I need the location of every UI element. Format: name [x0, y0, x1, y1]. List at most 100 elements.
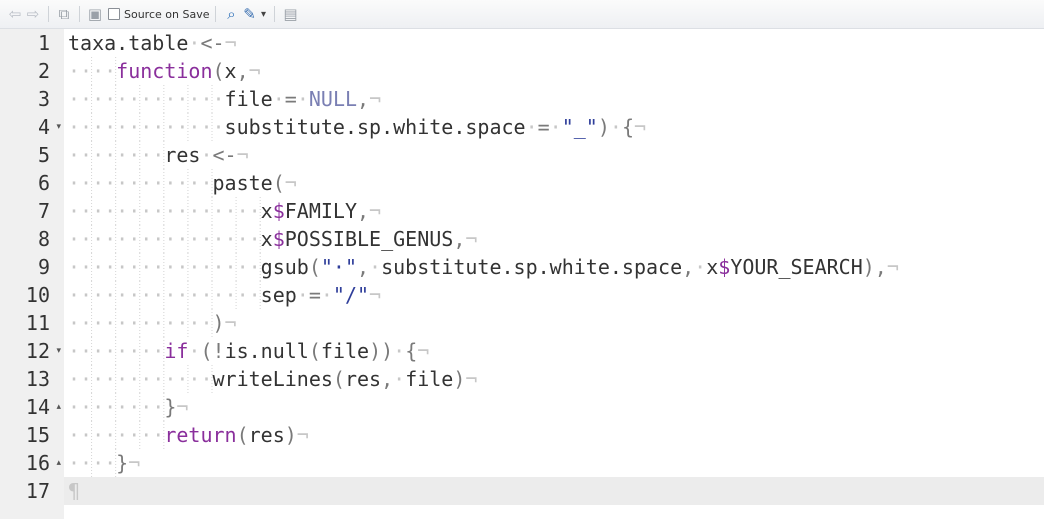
code-token: ·	[296, 283, 309, 307]
document-outline-icon[interactable]: ▤	[281, 3, 299, 25]
code-area[interactable]: taxa.table·<-¬ ····function(x,¬ ··········…	[64, 29, 1044, 519]
line-number: 10	[0, 281, 64, 309]
dropdown-caret-icon[interactable]: ▾	[258, 3, 268, 25]
code-line[interactable]: ········if·(!is.null(file))·{¬	[64, 337, 1044, 365]
code-token: $	[272, 227, 285, 251]
code-token: ,	[381, 367, 394, 391]
line-number-text: 5	[37, 143, 50, 167]
code-token: ¬	[369, 87, 382, 111]
code-token: ¬	[886, 255, 899, 279]
code-line[interactable]: ········}¬	[64, 393, 1044, 421]
code-token: "/"	[332, 283, 370, 307]
indent-whitespace: ················	[68, 255, 261, 279]
save-icon[interactable]: ▣	[86, 3, 104, 25]
code-token: ·	[369, 255, 382, 279]
line-number-text: 7	[37, 199, 50, 223]
code-token: x	[260, 199, 273, 223]
indent-whitespace: ················	[68, 199, 261, 223]
code-line[interactable]: ¶	[64, 477, 1044, 505]
forward-icon[interactable]: ⇨	[24, 3, 42, 25]
code-line[interactable]: taxa.table·<-¬	[64, 29, 1044, 57]
indent-whitespace: ········	[68, 395, 165, 419]
checkbox-box[interactable]	[108, 8, 120, 20]
code-token: )	[597, 115, 610, 139]
code-token: is.null	[224, 339, 309, 363]
code-line[interactable]: ············)¬	[64, 309, 1044, 337]
line-number: 11	[0, 309, 64, 337]
code-line[interactable]: ················sep·=·"/"¬	[64, 281, 1044, 309]
code-line[interactable]: ········return(res)¬	[64, 421, 1044, 449]
code-token: {	[405, 339, 418, 363]
code-token: ¶	[68, 479, 81, 503]
code-token: substitute.sp.white.space	[224, 115, 526, 139]
code-token: x	[224, 59, 237, 83]
code-token: ·	[200, 143, 213, 167]
line-number: 6	[0, 169, 64, 197]
back-icon[interactable]: ⇦	[6, 3, 24, 25]
code-token: (	[308, 339, 321, 363]
code-token: paste	[212, 171, 273, 195]
fold-close-icon[interactable]: ▴	[56, 449, 61, 477]
line-number: 7	[0, 197, 64, 225]
code-token: =	[284, 87, 297, 111]
code-editor[interactable]: 1 2 3 4 ▾ 5 6 7 8 9 10 11 12 ▾ 13 14 ▴ 15 16 ▴ 17 taxa.table…	[0, 29, 1044, 519]
code-token: POSSIBLE_GENUS	[284, 227, 454, 251]
line-number-text: 14	[25, 395, 50, 419]
line-number-text: 9	[37, 255, 50, 279]
code-line[interactable]: ············writeLines(res,·file)¬	[64, 365, 1044, 393]
show-in-window-icon[interactable]: ⧉	[55, 3, 73, 25]
code-token: ·	[188, 31, 201, 55]
line-number-text: 15	[25, 423, 50, 447]
code-line[interactable]: ····}¬	[64, 449, 1044, 477]
line-number-text: 2	[37, 59, 50, 83]
code-token: substitute.sp.white.space	[381, 255, 683, 279]
code-token: {	[621, 115, 634, 139]
code-token: )	[453, 367, 466, 391]
indent-whitespace: ····	[68, 451, 117, 475]
code-token: ·	[393, 367, 406, 391]
indent-whitespace: ············	[68, 171, 213, 195]
code-token: ·	[188, 339, 201, 363]
line-number-text: 12	[25, 339, 50, 363]
fold-open-icon[interactable]: ▾	[56, 113, 61, 141]
code-token: $	[272, 199, 285, 223]
indent-whitespace: ·············	[68, 87, 225, 111]
code-line[interactable]: ················x$FAMILY,¬	[64, 197, 1044, 225]
code-line[interactable]: ····function(x,¬	[64, 57, 1044, 85]
code-token: (	[212, 59, 225, 83]
line-number-text: 4	[37, 115, 50, 139]
fold-open-icon[interactable]: ▾	[56, 337, 61, 365]
code-token: ¬	[236, 143, 249, 167]
code-line[interactable]: ················x$POSSIBLE_GENUS,¬	[64, 225, 1044, 253]
source-on-save-label: Source on Save	[124, 7, 210, 21]
code-token: ·	[609, 115, 622, 139]
code-token: ,	[357, 199, 370, 223]
code-line[interactable]: ················gsub("·",·substitute.sp.…	[64, 253, 1044, 281]
code-token: ),	[862, 255, 887, 279]
source-on-save-checkbox[interactable]: Source on Save	[108, 3, 209, 25]
line-number: 14 ▴	[0, 393, 64, 421]
code-tools-icon[interactable]: ✎	[240, 3, 258, 25]
code-line[interactable]: ·············substitute.sp.white.space·=…	[64, 113, 1044, 141]
code-token: return	[164, 423, 237, 447]
line-number-text: 13	[25, 367, 50, 391]
indent-whitespace: ················	[68, 283, 261, 307]
code-line[interactable]: ·············file·=·NULL,¬	[64, 85, 1044, 113]
code-token: "_"	[561, 115, 598, 139]
code-token: gsub	[260, 255, 309, 279]
code-token: =	[308, 283, 321, 307]
line-number-text: 3	[37, 87, 50, 111]
code-token: (	[272, 171, 285, 195]
toolbar-separator	[48, 6, 49, 22]
indent-whitespace: ············	[68, 311, 213, 335]
code-token: "·"	[320, 255, 357, 279]
code-token: if	[164, 339, 189, 363]
code-token: ¬	[128, 451, 141, 475]
code-token: function	[116, 59, 213, 83]
search-icon[interactable]: ⌕	[222, 3, 240, 25]
code-line[interactable]: ········res·<-¬	[64, 141, 1044, 169]
fold-close-icon[interactable]: ▴	[56, 393, 61, 421]
code-token: =	[537, 115, 550, 139]
code-token: ¬	[296, 423, 309, 447]
code-line[interactable]: ············paste(¬	[64, 169, 1044, 197]
